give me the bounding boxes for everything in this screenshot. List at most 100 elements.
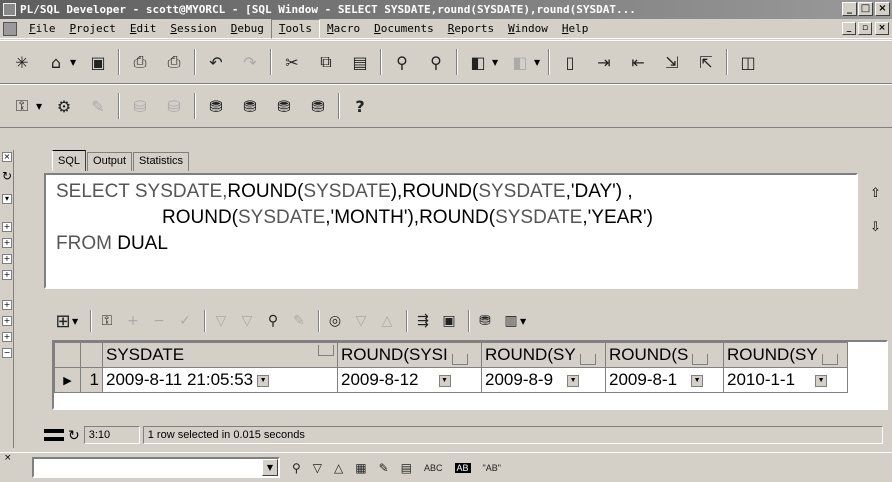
tab-output[interactable]: Output <box>87 152 133 171</box>
mdi-close-button[interactable]: × <box>875 22 889 35</box>
table-cell[interactable]: 2009-8-12 ▼ <box>337 367 482 393</box>
save-results-icon[interactable]: ▣ <box>438 309 460 333</box>
expand-node-icon[interactable]: + <box>2 222 12 232</box>
previous-page-icon[interactable]: △ <box>376 309 398 333</box>
mdi-restore-button[interactable]: ▫ <box>858 22 872 35</box>
menu-window[interactable]: Window <box>501 19 555 39</box>
close-pane-icon[interactable]: × <box>2 152 12 162</box>
connect-icon[interactable]: ⇶ <box>412 309 434 333</box>
refresh-icon[interactable]: ↻ <box>2 170 12 182</box>
column-dropdown-icon[interactable] <box>821 354 838 365</box>
cell-dropdown-icon[interactable]: ▼ <box>567 374 580 387</box>
undo-icon[interactable]: ↶ <box>202 48 230 76</box>
cut-icon[interactable]: ✂ <box>278 48 306 76</box>
whole-word-toggle[interactable]: AB <box>454 462 471 473</box>
edit-disabled-icon[interactable]: ✎ <box>84 92 112 120</box>
save-icon[interactable]: ▣ <box>84 48 112 76</box>
find-icon[interactable]: ⚲ <box>292 461 301 475</box>
key-dropdown-icon[interactable]: ▼ <box>36 102 44 111</box>
grid-options-dropdown-icon[interactable]: ▼ <box>72 317 80 326</box>
find-input[interactable]: ▼ <box>32 457 280 478</box>
help-icon[interactable]: ? <box>346 92 374 120</box>
maximize-button[interactable]: □ <box>858 2 873 16</box>
export-icon[interactable]: ⇱ <box>692 48 720 76</box>
rollback-disabled-icon[interactable]: ⛁ <box>160 92 188 120</box>
execute-icon[interactable]: ◧ <box>464 48 492 76</box>
cell-dropdown-icon[interactable]: ▼ <box>257 374 270 387</box>
find-next-icon[interactable]: ▽ <box>313 461 322 475</box>
find-history-dropdown-icon[interactable]: ▼ <box>262 459 278 476</box>
new-icon[interactable]: ✳ <box>8 48 36 76</box>
redo-icon[interactable]: ↷ <box>236 48 264 76</box>
column-header[interactable]: ROUND(SYSI <box>337 342 482 368</box>
column-dropdown-icon[interactable] <box>579 354 596 365</box>
print-icon[interactable]: ⎙ <box>126 48 154 76</box>
expand-node-icon[interactable]: − <box>2 348 12 358</box>
open-dropdown-icon[interactable]: ▼ <box>70 58 78 67</box>
find-next-icon[interactable]: ⚲ <box>422 48 450 76</box>
column-dropdown-icon[interactable] <box>692 354 709 365</box>
scroll-down-icon[interactable]: ⇩ <box>870 220 884 235</box>
scroll-up-icon[interactable]: ⇧ <box>870 186 884 201</box>
copy-icon[interactable]: ⧉ <box>312 48 340 76</box>
table-cell[interactable]: 2009-8-11 21:05:53 ▼ <box>102 367 338 393</box>
sql-window-icon[interactable] <box>3 22 17 36</box>
column-header[interactable]: ROUND(S <box>605 342 724 368</box>
print-preview-icon[interactable]: ⎙ <box>160 48 188 76</box>
highlight-icon[interactable]: ▦ <box>355 461 366 475</box>
table-cell[interactable]: 2009-8-9 ▼ <box>481 367 606 393</box>
document-icon[interactable]: ▯ <box>556 48 584 76</box>
table-cell[interactable]: 2009-8-1 ▼ <box>605 367 724 393</box>
menu-session[interactable]: Session <box>163 19 223 39</box>
menu-reports[interactable]: Reports <box>441 19 501 39</box>
cell-dropdown-icon[interactable]: ▼ <box>691 374 704 387</box>
case-sensitive-toggle[interactable]: ABC <box>424 463 443 473</box>
execute-dropdown-icon[interactable]: ▼ <box>492 58 500 67</box>
column-header[interactable]: ROUND(SY <box>723 342 848 368</box>
open-icon[interactable]: ⌂ <box>42 48 70 76</box>
key-icon[interactable]: ⚿ <box>8 92 36 120</box>
post-changes-icon[interactable]: ✓ <box>174 309 196 333</box>
refresh-icon[interactable]: ↻ <box>68 427 80 444</box>
export-results-icon[interactable]: ⛃ <box>474 309 496 333</box>
column-dropdown-icon[interactable] <box>318 345 334 356</box>
menu-debug[interactable]: Debug <box>224 19 271 39</box>
table-cell[interactable]: 2010-1-1 ▼ <box>723 367 848 393</box>
menu-file[interactable]: File <box>22 19 63 39</box>
step-icon[interactable]: ◧ <box>506 48 534 76</box>
tab-statistics[interactable]: Statistics <box>133 152 190 171</box>
minimize-button[interactable]: _ <box>842 2 857 16</box>
column-dropdown-icon[interactable] <box>451 354 468 365</box>
sql-editor[interactable]: SELECT SYSDATE,ROUND(SYSDATE),ROUND(SYSD… <box>44 173 858 289</box>
grid-options-icon[interactable]: ⊞ <box>52 309 74 333</box>
db-icon[interactable]: ⛃ <box>202 92 230 120</box>
splitter-icon[interactable] <box>44 429 64 441</box>
regex-icon[interactable]: ▤ <box>401 461 412 475</box>
expand-node-icon[interactable]: + <box>2 254 12 264</box>
import-icon[interactable]: ⇲ <box>658 48 686 76</box>
collapse-icon[interactable]: ▾ <box>2 194 12 204</box>
paste-icon[interactable]: ▤ <box>346 48 374 76</box>
menu-edit[interactable]: Edit <box>123 19 164 39</box>
commit-disabled-icon[interactable]: ⛁ <box>126 92 154 120</box>
extra-icon[interactable]: ◫ <box>734 48 762 76</box>
menu-project[interactable]: Project <box>63 19 123 39</box>
expand-node-icon[interactable]: + <box>2 238 12 248</box>
menu-tools[interactable]: Tools <box>270 19 320 39</box>
result-grid[interactable]: SYSDATE ROUND(SYSI ROUND(SY ROUND(S ROUN… <box>52 340 888 410</box>
menu-help[interactable]: Help <box>555 19 596 39</box>
table-row[interactable]: ▶ 1 2009-8-11 21:05:53 ▼ 2009-8-12 ▼ 2009-… <box>54 367 848 393</box>
expand-node-icon[interactable]: + <box>2 332 12 342</box>
column-header[interactable]: SYSDATE <box>102 342 338 368</box>
clear-highlight-icon[interactable]: ✎ <box>379 461 389 475</box>
cell-dropdown-icon[interactable]: ▼ <box>438 374 451 387</box>
expand-node-icon[interactable]: + <box>2 300 12 310</box>
gear-icon[interactable]: ⚙ <box>50 92 78 120</box>
lock-icon[interactable]: ⚿ <box>96 309 118 333</box>
chart-icon[interactable]: ▥ <box>500 309 522 333</box>
unindent-icon[interactable]: ⇤ <box>624 48 652 76</box>
cell-dropdown-icon[interactable]: ▼ <box>815 374 828 387</box>
close-find-icon[interactable]: × <box>4 453 12 463</box>
column-header[interactable]: ROUND(SY <box>481 342 606 368</box>
indent-icon[interactable]: ⇥ <box>590 48 618 76</box>
